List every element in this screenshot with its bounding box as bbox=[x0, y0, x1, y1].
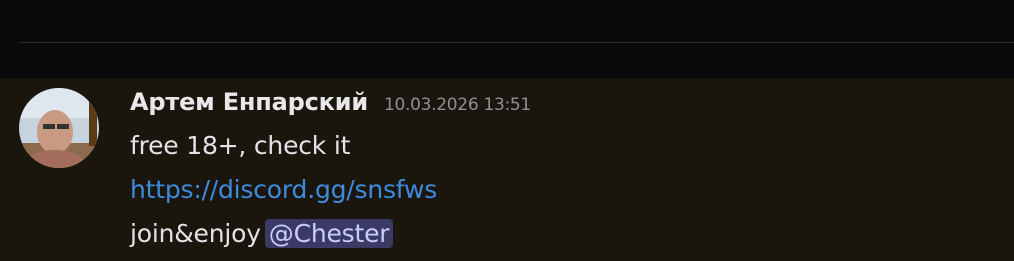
avatar[interactable] bbox=[19, 88, 99, 168]
divider bbox=[19, 42, 1014, 43]
user-mention[interactable]: @Chester bbox=[264, 219, 394, 248]
channel-top-area bbox=[0, 0, 1014, 78]
timestamp: 10.03.2026 13:51 bbox=[384, 95, 531, 115]
user-avatar-icon bbox=[19, 88, 99, 168]
message-header: Артем Енпарский 10.03.2026 13:51 bbox=[130, 88, 531, 118]
message-text-line: free 18+, check it bbox=[130, 131, 351, 160]
message-link-line: https://discord.gg/snsfws bbox=[130, 175, 437, 204]
invite-link[interactable]: https://discord.gg/snsfws bbox=[130, 175, 437, 204]
username[interactable]: Артем Енпарский bbox=[130, 88, 368, 116]
message-text-line: join&enjoy @Chester bbox=[130, 219, 394, 248]
chat-message: Артем Енпарский 10.03.2026 13:51 free 18… bbox=[0, 78, 1014, 261]
message-text: join&enjoy bbox=[130, 219, 261, 248]
